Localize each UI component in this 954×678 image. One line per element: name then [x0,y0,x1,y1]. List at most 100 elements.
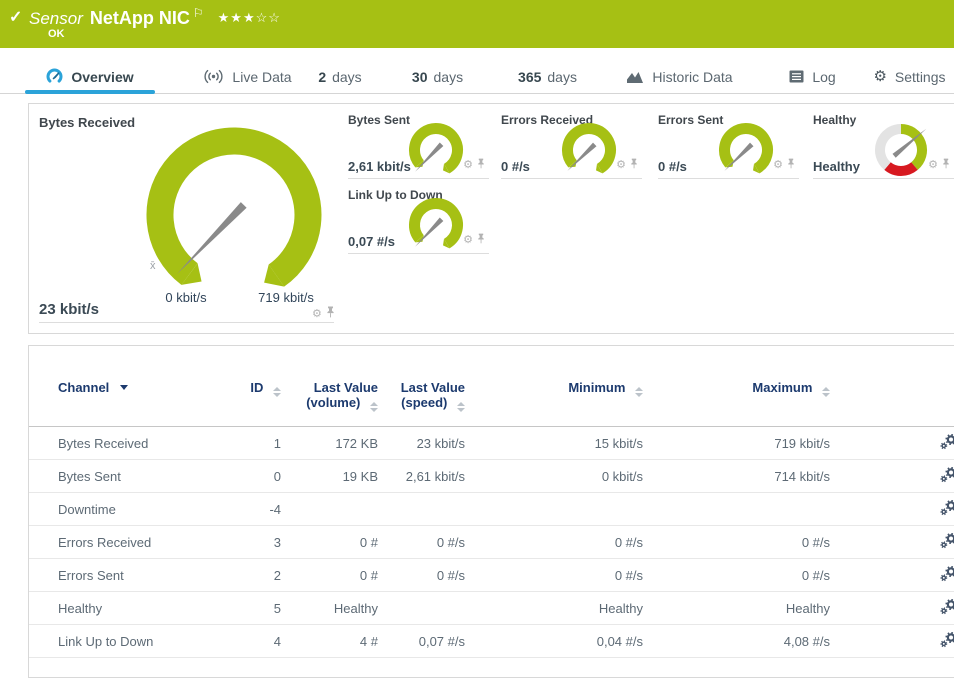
cell-last-volume: 4 # [281,625,378,658]
column-header-last_volume[interactable]: Last Value(volume) [281,374,378,427]
table-row-healthy: Healthy5HealthyHealthyHealthy [29,592,954,625]
gauge-healthy[interactable]: HealthyHealthy⚙ [811,104,954,179]
priority-stars[interactable]: ★★★☆☆ [218,10,281,25]
channel-settings-icon[interactable] [940,434,954,450]
gauge-bytes-sent[interactable]: Bytes Sent2,61 kbit/s⚙ [346,104,491,179]
channel-settings-icon[interactable] [940,533,954,549]
cell-last-volume [281,493,378,526]
tab-live-data[interactable]: Live Data [190,60,305,93]
tab-2-days[interactable]: 2days [300,60,380,93]
table-row-downtime: Downtime-4 [29,493,954,526]
cell-maximum [643,493,830,526]
gauge-value: 0,07 #/s [348,234,395,249]
sensor-name: NetApp NIC [90,8,190,28]
cell-id: 5 [219,592,281,625]
primary-gauge-scale-min: 0 kbit/s [141,290,231,305]
gauge-errors-received[interactable]: Errors Received0 #/s⚙ [499,104,644,179]
gauge-pin-icon[interactable] [787,156,795,174]
cell-last-speed [378,592,465,625]
tab-365-days[interactable]: 365days [500,60,595,93]
gauge-dial [554,114,626,186]
cell-maximum: 0 #/s [643,559,830,592]
gear-icon: ⚙ [873,69,886,84]
sort-icon [457,402,465,412]
gauge-primary-bytes-received[interactable]: Bytes Received x̄ 0 kbit/s 719 kbit/s 23… [29,104,336,323]
cell-last-speed [378,493,465,526]
cell-last-speed: 0 #/s [378,526,465,559]
cell-channel: Bytes Sent [29,460,219,493]
gauge-dial [401,114,473,186]
cell-minimum: Healthy [465,592,643,625]
table-row-bytes-sent: Bytes Sent019 KB2,61 kbit/s0 kbit/s714 k… [29,460,954,493]
average-marker: x̄ [150,260,156,272]
tab-30-days[interactable]: 30days [395,60,480,93]
cell-maximum: 4,08 #/s [643,625,830,658]
flag-icon[interactable]: ⚐ [193,6,204,20]
cell-last-volume: 0 # [281,559,378,592]
cell-channel: Downtime [29,493,219,526]
cell-maximum: 0 #/s [643,526,830,559]
status-badge: OK [48,28,65,40]
gauge-icon [46,68,63,85]
gauge-settings-gear-icon[interactable]: ⚙ [463,235,473,246]
tab-settings[interactable]: ⚙Settings [862,60,954,93]
gauge-pin-icon[interactable] [326,305,335,323]
tab-historic-data[interactable]: Historic Data [612,60,747,93]
gauge-settings-gear-icon[interactable]: ⚙ [312,309,322,320]
gauge-title: Healthy [813,113,856,127]
table-row-link-up-to-down: Link Up to Down44 #0,07 #/s0,04 #/s4,08 … [29,625,954,658]
sort-desc-icon [120,385,128,390]
gauges-overview-panel: Bytes Received x̄ 0 kbit/s 719 kbit/s 23… [28,103,954,334]
cell-divider [348,253,489,254]
gauge-pin-icon[interactable] [630,156,638,174]
log-icon [789,70,804,83]
cell-id: 2 [219,559,281,592]
primary-gauge-value: 23 kbit/s [39,301,99,318]
tab-log[interactable]: Log [775,60,850,93]
cell-id: -4 [219,493,281,526]
column-header-id[interactable]: ID [219,374,281,427]
cell-last-speed: 2,61 kbit/s [378,460,465,493]
gauge-value: 0 #/s [658,159,687,174]
channel-settings-icon[interactable] [940,467,954,483]
gauge-errors-sent[interactable]: Errors Sent0 #/s⚙ [656,104,801,179]
tab-overview[interactable]: Overview [25,60,155,93]
column-header-actions [830,374,954,427]
primary-gauge-title: Bytes Received [39,115,135,130]
channel-settings-icon[interactable] [940,599,954,615]
gauge-value: 2,61 kbit/s [348,159,411,174]
live-icon [203,69,224,84]
column-header-maximum[interactable]: Maximum [643,374,830,427]
channel-settings-icon[interactable] [940,566,954,582]
column-header-minimum[interactable]: Minimum [465,374,643,427]
channel-settings-icon[interactable] [940,632,954,648]
gauge-settings-gear-icon[interactable]: ⚙ [463,160,473,171]
column-header-last_speed[interactable]: Last Value(speed) [378,374,465,427]
cell-channel: Link Up to Down [29,625,219,658]
cell-divider [813,178,954,179]
gauge-dial [866,114,938,186]
cell-maximum: Healthy [643,592,830,625]
cell-id: 4 [219,625,281,658]
gauge-settings-gear-icon[interactable]: ⚙ [928,160,938,171]
cell-channel: Errors Received [29,526,219,559]
cell-minimum: 0 kbit/s [465,460,643,493]
cell-divider [501,178,642,179]
channel-settings-icon[interactable] [940,500,954,516]
cell-minimum: 15 kbit/s [465,427,643,460]
sensor-header-bar: ✓ SensorNetApp NIC⚐★★★☆☆ OK [0,0,954,48]
tab-bar: Overview Live Data2days 30days 365days His… [0,60,954,94]
gauge-pin-icon[interactable] [477,231,485,249]
gauge-settings-gear-icon[interactable]: ⚙ [616,160,626,171]
gauge-settings-gear-icon[interactable]: ⚙ [773,160,783,171]
cell-last-volume: 172 KB [281,427,378,460]
primary-gauge-dial [144,122,324,302]
gauge-pin-icon[interactable] [477,156,485,174]
cell-channel: Errors Sent [29,559,219,592]
column-header-channel[interactable]: Channel [29,374,219,427]
sort-icon [822,387,830,397]
primary-gauge-scale-max: 719 kbit/s [241,290,331,305]
gauge-pin-icon[interactable] [942,156,950,174]
gauge-link-up-to-down[interactable]: Link Up to Down0,07 #/s⚙ [346,179,491,254]
gauge-dial [401,189,473,261]
